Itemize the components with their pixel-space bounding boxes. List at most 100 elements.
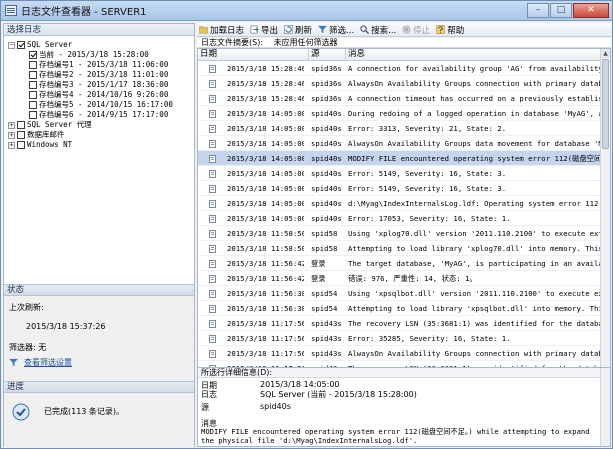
log-row[interactable]: 2015/3/18 15:28:46 spid36s A connection fo… <box>198 61 601 76</box>
log-entry-icon <box>209 155 216 163</box>
log-tree-item[interactable]: + 数据库邮件 <box>8 130 65 140</box>
log-message: MODIFY FILE encountered operating system… <box>348 154 601 163</box>
log-row[interactable]: 2015/3/18 14:05:00 spid40s d:\Myag\IndexIn… <box>198 196 601 211</box>
scroll-up-arrow[interactable]: ▲ <box>601 49 610 58</box>
log-date: 2015/3/18 14:05:00 <box>227 214 304 223</box>
log-checkbox[interactable] <box>29 111 37 119</box>
log-message: During redoing of a logged operation in … <box>348 109 601 118</box>
log-tree-item[interactable]: + SQL Server 代理 <box>8 120 92 130</box>
log-row[interactable]: 2015/3/18 15:28:46 spid36s AlwaysOn Availa… <box>198 76 601 91</box>
filter-button[interactable]: 筛选... <box>318 24 354 36</box>
log-checkbox[interactable] <box>17 141 25 149</box>
help-label: 帮助 <box>447 25 465 36</box>
log-tree-label: 数据库邮件 <box>27 130 65 139</box>
log-row[interactable]: 2015/3/18 11:56:42 登录 错误: 976, 严重性: 14, 状态… <box>198 271 601 286</box>
load-log-button[interactable]: 加载日志 <box>199 24 244 36</box>
log-row[interactable]: 2015/3/18 11:56:42 登录 The target database,… <box>198 256 601 271</box>
log-row[interactable]: 2015/3/18 14:05:00 spid40s AlwaysOn Availa… <box>198 136 601 151</box>
log-row[interactable]: 2015/3/18 11:17:56 spid43s Error: 35285, S… <box>198 331 601 346</box>
log-row[interactable]: 2015/3/18 14:05:00 spid40s Error: 3313, Se… <box>198 121 601 136</box>
log-row[interactable]: 2015/3/18 11:58:50 spid58 Using 'xplog70.d… <box>198 226 601 241</box>
log-entry-icon <box>209 65 216 73</box>
log-entry-icon <box>209 215 216 223</box>
export-icon <box>250 25 259 34</box>
log-checkbox[interactable] <box>17 131 25 139</box>
search-button[interactable]: 搜索... <box>360 24 396 36</box>
log-message: 错误: 976, 严重性: 14, 状态: 1。 <box>348 274 477 283</box>
log-tree-item[interactable]: − SQL Server <box>8 40 72 50</box>
log-tree-item[interactable]: + Windows NT <box>8 140 72 150</box>
log-row[interactable]: 2015/3/18 14:05:00 spid40s Error: 5149, Se… <box>198 166 601 181</box>
details-scrollbar[interactable] <box>600 368 610 446</box>
scroll-thumb[interactable] <box>602 59 609 149</box>
expand-toggle-icon[interactable]: + <box>8 141 15 149</box>
log-tree-item[interactable]: 存档编号1 - 2015/3/18 11:06:00 <box>29 60 168 70</box>
date-column-header[interactable]: 日期 <box>198 49 309 61</box>
log-row[interactable]: 2015/3/18 11:56:38 spid54 Using 'xpsqlbot.… <box>198 286 601 301</box>
log-row[interactable]: 2015/3/18 14:05:00 spid40s MODIFY FILE enc… <box>198 151 601 166</box>
log-row[interactable]: 2015/3/18 14:05:00 spid40s Error: 17053, S… <box>198 211 601 226</box>
log-source: spid40s <box>311 139 342 148</box>
message-column-header[interactable]: 消息 <box>346 49 601 61</box>
log-checkbox[interactable] <box>29 61 37 69</box>
grid-vertical-scrollbar[interactable]: ▲ ▼ <box>600 49 610 379</box>
log-row[interactable]: 2015/3/18 15:28:46 spid36s A connection ti… <box>198 91 601 106</box>
title-bar[interactable]: 日志文件查看器 - SERVER1 – □ ✕ <box>1 1 612 21</box>
log-row[interactable]: 2015/3/18 11:17:56 spid43s AlwaysOn Availa… <box>198 346 601 361</box>
log-tree-item[interactable]: 当前 - 2015/3/18 15:28:00 <box>29 50 149 60</box>
view-filter-settings-link[interactable]: 查看筛选设置 <box>24 357 72 368</box>
details-log-value: SQL Server (当前 - 2015/3/18 15:28:00) <box>260 390 417 399</box>
log-source: spid40s <box>311 124 342 133</box>
expand-toggle-icon[interactable]: + <box>8 131 15 139</box>
log-source: spid40s <box>311 154 342 163</box>
help-button[interactable]: 帮助 <box>436 24 464 36</box>
log-row[interactable]: 2015/3/18 11:56:38 spid54 Attempting to lo… <box>198 301 601 316</box>
collapse-toggle-icon[interactable]: − <box>8 41 15 49</box>
log-date: 2015/3/18 11:58:50 <box>227 229 304 238</box>
log-tree-label: 存档编号6 - 2014/9/15 17:17:00 <box>39 110 169 119</box>
status-header: 状态 <box>4 284 194 296</box>
log-row[interactable]: 2015/3/18 14:05:00 spid40s During redoing … <box>198 106 601 121</box>
log-tree-label: 存档编号3 - 2015/1/17 18:36:00 <box>39 80 169 89</box>
log-checkbox[interactable] <box>29 81 37 89</box>
expand-toggle-icon[interactable]: + <box>8 121 15 129</box>
log-grid[interactable]: 日期 源 消息 2015/3/18 15:28:46 spid36s A conne… <box>197 48 611 380</box>
log-checkbox[interactable] <box>17 41 25 49</box>
log-entry-icon <box>209 275 216 283</box>
maximize-button[interactable]: □ <box>550 3 572 18</box>
folder-icon <box>199 26 208 34</box>
log-checkbox[interactable] <box>29 71 37 79</box>
refresh-button[interactable]: 刷新 <box>284 24 312 36</box>
log-tree-item[interactable]: 存档编号6 - 2014/9/15 17:17:00 <box>29 110 168 120</box>
export-label: 导出 <box>261 25 279 36</box>
log-tree-label: 存档编号2 - 2015/3/18 11:01:00 <box>39 70 169 79</box>
log-row[interactable]: 2015/3/18 14:05:00 spid40s Error: 5149, Se… <box>198 181 601 196</box>
log-checkbox[interactable] <box>29 101 37 109</box>
log-checkbox[interactable] <box>17 121 25 129</box>
log-row[interactable]: 2015/3/18 11:17:56 spid43s The recovery LS… <box>198 316 601 331</box>
export-button[interactable]: 导出 <box>250 24 278 36</box>
left-pane: 选择日志 − SQL Server 当前 - 2015/3/18 15:28:00 存… <box>3 23 195 447</box>
search-icon <box>360 25 370 34</box>
log-checkbox[interactable] <box>29 91 37 99</box>
grid-header: 日期 源 消息 <box>198 49 601 61</box>
log-tree-item[interactable]: 存档编号4 - 2014/10/16 9:26:00 <box>29 90 168 100</box>
log-tree-item[interactable]: 存档编号2 - 2015/3/18 11:01:00 <box>29 70 168 80</box>
log-date: 2015/3/18 14:05:00 <box>227 139 304 148</box>
log-row[interactable]: 2015/3/18 11:58:50 spid58 Attempting to lo… <box>198 241 601 256</box>
load-log-label: 加载日志 <box>210 25 245 36</box>
source-column-header[interactable]: 源 <box>309 49 346 61</box>
log-tree-item[interactable]: 存档编号3 - 2015/1/17 18:36:00 <box>29 80 168 90</box>
filter-label: 筛选... <box>329 25 355 36</box>
log-tree-item[interactable]: 存档编号5 - 2014/10/15 16:17:00 <box>29 100 173 110</box>
minimize-button[interactable]: – <box>527 3 549 18</box>
close-button[interactable]: ✕ <box>573 3 609 18</box>
log-date: 2015/3/18 15:28:46 <box>227 64 304 73</box>
details-message-value: MODIFY FILE encountered operating system… <box>201 427 590 445</box>
log-checkbox[interactable] <box>29 51 37 59</box>
details-header: 所选行详细信息(D): <box>198 368 610 378</box>
stop-button[interactable]: 停止 <box>402 24 430 36</box>
log-tree-label: Windows NT <box>27 140 73 149</box>
log-date: 2015/3/18 14:05:00 <box>227 199 304 208</box>
log-source: spid54 <box>311 304 338 313</box>
